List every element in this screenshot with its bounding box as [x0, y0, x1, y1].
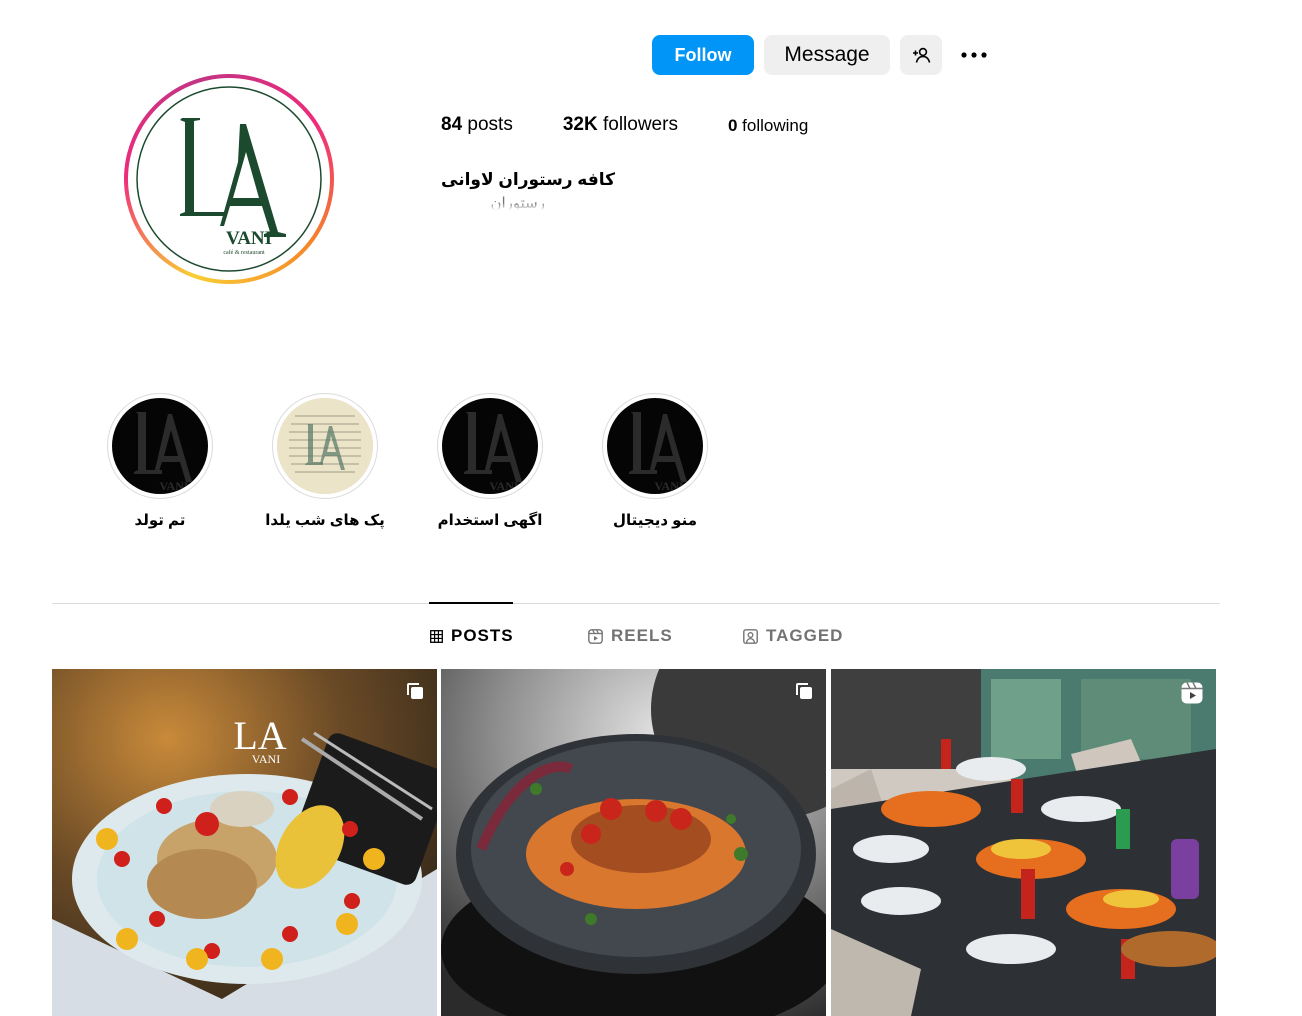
highlight-cover: VANI — [107, 393, 213, 499]
suggested-accounts-button[interactable] — [900, 35, 942, 75]
tagged-icon — [743, 628, 758, 644]
carousel-icon — [407, 683, 423, 699]
tab-posts[interactable]: POSTS — [430, 626, 514, 646]
post-tile[interactable] — [831, 669, 1216, 1016]
posts-count: 84 — [441, 114, 463, 135]
active-tab-indicator — [429, 602, 513, 604]
grid-icon — [430, 629, 443, 643]
post-image-pasta-plate — [441, 669, 826, 1016]
profile-stats: 84 posts 32K followers 0 following — [441, 114, 858, 136]
highlight-label: اگهی استخدام — [437, 512, 543, 529]
reel-icon — [1181, 682, 1203, 704]
tabs-divider — [52, 603, 1220, 604]
add-person-icon — [913, 47, 931, 63]
post-tile[interactable] — [441, 669, 826, 1016]
follow-button[interactable]: Follow — [652, 35, 754, 75]
profile-category: رستوران — [490, 195, 545, 210]
followers-stat[interactable]: 32K followers — [563, 114, 678, 136]
post-tile[interactable]: LA VANI — [52, 669, 437, 1016]
followers-label: followers — [602, 114, 678, 135]
highlight-item[interactable]: پک های شب یلدا — [240, 393, 410, 529]
posts-label: posts — [467, 114, 513, 135]
carousel-icon — [796, 683, 812, 699]
profile-name: کافه رستوران لاوانی — [441, 170, 616, 189]
highlight-label: تم تولد — [134, 512, 186, 529]
profile-page: VANI café & restaurant Follow Message 84… — [0, 0, 1302, 1016]
svg-text:café & restaurant: café & restaurant — [223, 249, 265, 256]
highlight-menu-paper-icon — [277, 398, 373, 494]
svg-text:VANI: VANI — [252, 752, 280, 766]
lavani-logo-icon: VANI café & restaurant — [136, 86, 322, 272]
reels-icon — [588, 628, 603, 644]
tab-reels[interactable]: REELS — [588, 626, 673, 646]
svg-text:VANI: VANI — [159, 479, 188, 493]
message-button[interactable]: Message — [764, 35, 890, 75]
highlight-logo-icon: VANI — [134, 412, 192, 493]
highlight-label: منو دیجیتال — [612, 512, 698, 529]
tab-posts-label: POSTS — [451, 626, 514, 645]
profile-actions: Follow Message — [652, 35, 996, 75]
tab-reels-label: REELS — [611, 626, 673, 645]
svg-text:VANI: VANI — [489, 479, 518, 493]
posts-stat: 84 posts — [441, 114, 513, 136]
tab-tagged[interactable]: TAGGED — [743, 626, 843, 646]
post-image-chicken-plate: LA VANI — [52, 669, 437, 1016]
tab-tagged-label: TAGGED — [766, 626, 844, 645]
highlight-label: پک های شب یلدا — [265, 512, 385, 529]
highlight-cover: VANI — [602, 393, 708, 499]
highlight-logo-icon: VANI — [629, 412, 687, 493]
ellipsis-icon — [961, 52, 987, 58]
svg-text:VANI: VANI — [654, 479, 683, 493]
highlight-cover — [272, 393, 378, 499]
following-label: following — [742, 116, 809, 135]
svg-text:VANI: VANI — [226, 228, 272, 249]
following-count: 0 — [727, 116, 738, 135]
post-image-restaurant-table — [831, 669, 1216, 1016]
highlight-cover: VANI — [437, 393, 543, 499]
profile-avatar[interactable]: VANI café & restaurant — [124, 74, 334, 284]
followers-count: 32K — [562, 114, 598, 135]
highlight-item[interactable]: VANI منو دیجیتال — [570, 393, 740, 529]
avatar-logo: VANI café & restaurant — [128, 78, 330, 280]
following-stat[interactable]: 0 following — [728, 116, 808, 136]
highlight-item[interactable]: VANI تم تولد — [75, 393, 245, 529]
highlight-logo-icon: VANI — [464, 412, 522, 493]
more-options-button[interactable] — [952, 35, 996, 75]
highlight-item[interactable]: VANI اگهی استخدام — [405, 393, 575, 529]
